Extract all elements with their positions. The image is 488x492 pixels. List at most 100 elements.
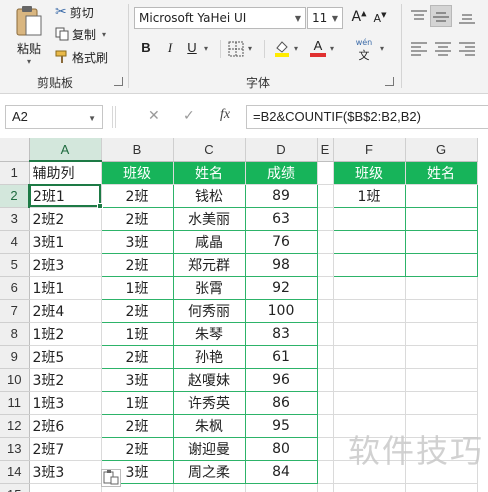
formula-input[interactable]: =B2&COUNTIF($B$2:B2,B2) [246, 105, 488, 129]
paste-button[interactable]: 粘贴 ▾ [10, 4, 48, 66]
cell-e3[interactable] [317, 207, 334, 231]
cell-f15[interactable] [333, 483, 406, 492]
column-header[interactable]: E [317, 138, 334, 162]
cell-e7[interactable] [317, 299, 334, 323]
clipboard-dialog-launcher[interactable] [114, 77, 123, 86]
cell-b10[interactable]: 3班 [100, 367, 174, 392]
copy-dropdown-icon[interactable]: ▾ [102, 30, 106, 39]
cell-g5[interactable] [404, 252, 478, 277]
cell-e4[interactable] [317, 230, 334, 254]
cell-g9[interactable] [405, 345, 478, 369]
cell-e11[interactable] [317, 391, 334, 415]
cell-g7[interactable] [405, 299, 478, 323]
cell-f8[interactable] [333, 322, 406, 346]
row-header[interactable]: 7 [0, 299, 30, 323]
font-name-select[interactable]: Microsoft YaHei UI ▼ [134, 7, 306, 29]
bold-button[interactable]: B [138, 40, 154, 55]
cut-button[interactable]: ✂ 剪切 [55, 3, 94, 21]
cell-a15[interactable] [29, 483, 102, 492]
cell-f1[interactable]: 班级 [332, 160, 406, 185]
cell-d12[interactable]: 95 [244, 413, 318, 438]
cell-a1[interactable]: 辅助列 [29, 161, 102, 185]
cell-e9[interactable] [317, 345, 334, 369]
cell-a14[interactable]: 3班3 [29, 460, 102, 484]
cell-d6[interactable]: 92 [244, 275, 318, 300]
cell-b12[interactable]: 2班 [100, 413, 174, 438]
select-all-corner[interactable] [0, 138, 30, 162]
name-box[interactable]: A2 ▼ [5, 105, 103, 129]
cell-b11[interactable]: 1班 [100, 390, 174, 415]
column-header[interactable]: B [101, 138, 174, 162]
cell-d3[interactable]: 63 [244, 206, 318, 231]
cell-a10[interactable]: 3班2 [29, 368, 102, 392]
format-painter-button[interactable]: 格式刷 [55, 48, 108, 66]
cell-b5[interactable]: 2班 [100, 252, 174, 277]
cell-b6[interactable]: 1班 [100, 275, 174, 300]
row-header[interactable]: 1 [0, 161, 30, 185]
underline-button[interactable]: U [184, 40, 200, 55]
cell-a11[interactable]: 1班3 [29, 391, 102, 415]
decrease-font-size-button[interactable]: A▼ [372, 11, 388, 25]
cell-c14[interactable]: 周之柔 [172, 459, 246, 484]
row-header[interactable]: 4 [0, 230, 30, 254]
column-header[interactable]: A [29, 138, 102, 162]
column-header[interactable]: F [333, 138, 406, 162]
row-header[interactable]: 10 [0, 368, 30, 392]
row-header[interactable]: 5 [0, 253, 30, 277]
cell-c5[interactable]: 郑元群 [172, 252, 246, 277]
cell-c10[interactable]: 赵嗄妹 [172, 367, 246, 392]
cell-f6[interactable] [333, 276, 406, 300]
font-dialog-launcher[interactable] [385, 77, 394, 86]
cell-g4[interactable] [404, 229, 478, 254]
cell-b8[interactable]: 1班 [100, 321, 174, 346]
cell-c9[interactable]: 孙艳 [172, 344, 246, 369]
cell-c7[interactable]: 何秀丽 [172, 298, 246, 323]
cell-d4[interactable]: 76 [244, 229, 318, 254]
underline-dropdown-icon[interactable]: ▾ [204, 44, 208, 53]
cell-a13[interactable]: 2班7 [29, 437, 102, 461]
cell-d13[interactable]: 80 [244, 436, 318, 461]
align-left-icon[interactable] [410, 41, 428, 57]
row-header[interactable]: 2 [0, 184, 30, 208]
cell-c11[interactable]: 许秀英 [172, 390, 246, 415]
fill-handle[interactable] [97, 203, 103, 209]
cell-a8[interactable]: 1班2 [29, 322, 102, 346]
increase-font-size-button[interactable]: A▲ [350, 9, 368, 25]
cell-c4[interactable]: 咸晶 [172, 229, 246, 254]
cell-a6[interactable]: 1班1 [29, 276, 102, 300]
cell-a9[interactable]: 2班5 [29, 345, 102, 369]
font-size-select[interactable]: 11 ▼ [307, 7, 343, 29]
cell-c3[interactable]: 水美丽 [172, 206, 246, 231]
cell-f7[interactable] [333, 299, 406, 323]
cell-f4[interactable] [332, 229, 406, 254]
fill-color-dropdown-icon[interactable]: ▾ [294, 44, 298, 53]
cell-g2[interactable] [404, 183, 478, 208]
cell-d1[interactable]: 成绩 [244, 160, 318, 185]
cell-c13[interactable]: 谢迎曼 [172, 436, 246, 461]
row-header[interactable]: 13 [0, 437, 30, 461]
cell-e2[interactable] [317, 184, 334, 208]
row-header[interactable]: 3 [0, 207, 30, 231]
cell-b4[interactable]: 3班 [100, 229, 174, 254]
cell-d9[interactable]: 61 [244, 344, 318, 369]
cell-f9[interactable] [333, 345, 406, 369]
cell-e10[interactable] [317, 368, 334, 392]
cell-d14[interactable]: 84 [244, 459, 318, 484]
row-header[interactable]: 9 [0, 345, 30, 369]
row-header[interactable]: 14 [0, 460, 30, 484]
cell-a5[interactable]: 2班3 [29, 253, 102, 277]
cell-a12[interactable]: 2班6 [29, 414, 102, 438]
align-right-icon[interactable] [458, 41, 476, 57]
cell-e13[interactable] [317, 437, 334, 461]
cell-d7[interactable]: 100 [244, 298, 318, 323]
italic-button[interactable]: I [162, 40, 178, 56]
cell-d8[interactable]: 83 [244, 321, 318, 346]
cell-d2[interactable]: 89 [244, 183, 318, 208]
paste-options-button[interactable] [101, 469, 121, 487]
cell-g8[interactable] [405, 322, 478, 346]
cell-e1[interactable] [317, 161, 334, 185]
cell-e14[interactable] [317, 460, 334, 484]
cell-g15[interactable] [405, 483, 478, 492]
cell-g1[interactable]: 姓名 [404, 160, 478, 185]
cell-e15[interactable] [317, 483, 334, 492]
